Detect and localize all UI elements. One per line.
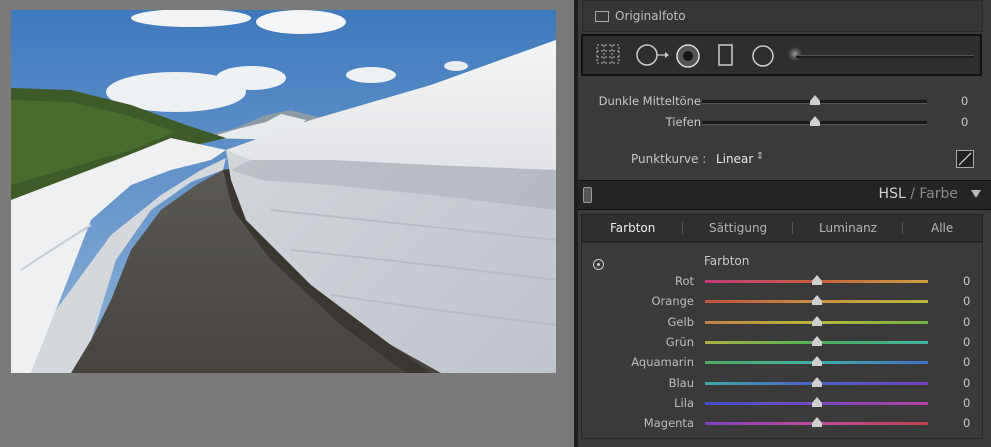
tone-label: Dunkle Mitteltöne [598,94,701,108]
point-curve-select[interactable]: Linear [716,152,753,166]
hsl-row-aquamarin: Aquamarin 0 [582,352,982,372]
hsl-row-value[interactable]: 0 [963,335,970,349]
hsl-row-label: Gelb [667,314,694,329]
radial-filter-icon[interactable] [750,43,776,69]
point-curve-row: Punktkurve : Linear ⇕ [578,148,991,170]
hsl-slider-knob[interactable] [812,275,822,285]
hsl-row-label: Lila [674,395,694,410]
hsl-slider-track[interactable] [705,356,928,367]
hsl-row-label: Aquamarin [631,355,694,370]
photo-preview-area [0,0,574,447]
hsl-row-magenta: Magenta 0 [582,413,982,433]
tool-strip [581,34,982,76]
targeted-adjustment-icon[interactable] [593,259,604,270]
tone-slider-track[interactable] [702,95,927,105]
hsl-row-grün: Grün 0 [582,332,982,352]
hsl-slider-knob[interactable] [812,396,822,407]
tab-farbton[interactable]: Farbton [610,221,655,235]
tab-alle[interactable]: Alle [931,221,953,235]
hsl-slider-track[interactable] [705,335,928,346]
tab-luminanz[interactable]: Luminanz [819,221,877,235]
tool-amount-slider[interactable] [796,55,974,58]
point-curve-label: Punktkurve : [631,152,707,166]
panel-toggle-switch[interactable] [583,187,592,203]
snow-road-photo [11,10,556,373]
tone-row-dark-midtones: Dunkle Mitteltöne 0 [578,91,991,111]
tone-label: Tiefen [665,115,701,129]
original-photo-row[interactable]: Originalfoto [582,0,983,32]
hsl-slider-knob[interactable] [812,376,822,387]
hsl-panel-title[interactable]: HSL / Farbe [879,186,958,202]
adjustment-brush-icon[interactable] [788,47,802,61]
point-curve-edit-icon[interactable] [956,150,974,168]
hsl-slider-track[interactable] [705,376,928,387]
tone-slider-knob[interactable] [810,116,820,126]
hsl-row-gelb: Gelb 0 [582,312,982,332]
hsl-sliders-area: Farbton Rot 0 Orange 0 Gelb 0 Grün 0 Aquamarin 0 B… [581,242,983,439]
hsl-slider-track[interactable] [705,396,928,407]
hsl-slider-track[interactable] [705,315,928,326]
hsl-section-label: Farbton [704,254,750,268]
spot-removal-icon[interactable] [635,43,669,67]
tone-slider-knob[interactable] [810,95,820,105]
hsl-row-orange: Orange 0 [582,291,982,311]
hsl-row-value[interactable]: 0 [963,416,970,430]
point-curve-select-arrows[interactable]: ⇕ [756,151,764,162]
hsl-slider-track[interactable] [705,295,928,306]
hsl-slider-knob[interactable] [812,315,822,326]
hsl-slider-knob[interactable] [812,335,822,346]
hsl-title-active[interactable]: HSL [879,186,906,202]
hsl-row-label: Grün [665,334,694,349]
hsl-slider-knob[interactable] [812,295,822,306]
tone-row-shadows: Tiefen 0 [578,112,991,132]
tone-slider-track[interactable] [702,116,927,126]
panel-collapse-triangle-icon[interactable] [971,190,981,198]
red-eye-icon[interactable] [675,43,701,69]
tab-saettigung[interactable]: Sättigung [709,221,767,235]
tab-separator [792,222,793,234]
original-photo-label: Originalfoto [615,9,686,23]
hsl-slider-knob[interactable] [812,356,822,367]
hsl-title-sep: / [905,186,920,202]
tab-separator [682,222,683,234]
hsl-row-value[interactable]: 0 [963,315,970,329]
tone-value[interactable]: 0 [961,94,968,108]
hsl-row-value[interactable]: 0 [963,396,970,410]
hsl-row-value[interactable]: 0 [963,355,970,369]
hsl-row-label: Rot [674,274,694,288]
hsl-slider-track[interactable] [705,275,928,285]
original-photo-checkbox[interactable] [595,11,609,22]
photo-image[interactable] [11,10,556,373]
hsl-slider-knob[interactable] [812,417,822,428]
hsl-row-label: Magenta [643,416,694,431]
develop-right-panel: Originalfoto Dunkle Mitteltöne 0 Tiefen … [578,0,991,447]
tone-value[interactable]: 0 [961,115,968,129]
tab-separator [902,222,903,234]
crop-overlay-icon[interactable] [595,43,621,65]
hsl-title-other[interactable]: Farbe [919,186,958,202]
hsl-panel-header[interactable]: HSL / Farbe [578,180,991,210]
hsl-slider-track[interactable] [705,417,928,428]
hsl-row-rot: Rot 0 [582,271,982,291]
hsl-row-value[interactable]: 0 [963,294,970,308]
hsl-row-blau: Blau 0 [582,373,982,393]
hsl-row-value[interactable]: 0 [963,376,970,390]
hsl-row-value[interactable]: 0 [963,274,970,288]
hsl-tab-bar: Farbton Sättigung Luminanz Alle [581,214,983,242]
graduated-filter-icon[interactable] [717,43,735,67]
hsl-row-label: Blau [668,375,694,390]
hsl-row-lila: Lila 0 [582,393,982,413]
hsl-row-label: Orange [651,294,695,309]
